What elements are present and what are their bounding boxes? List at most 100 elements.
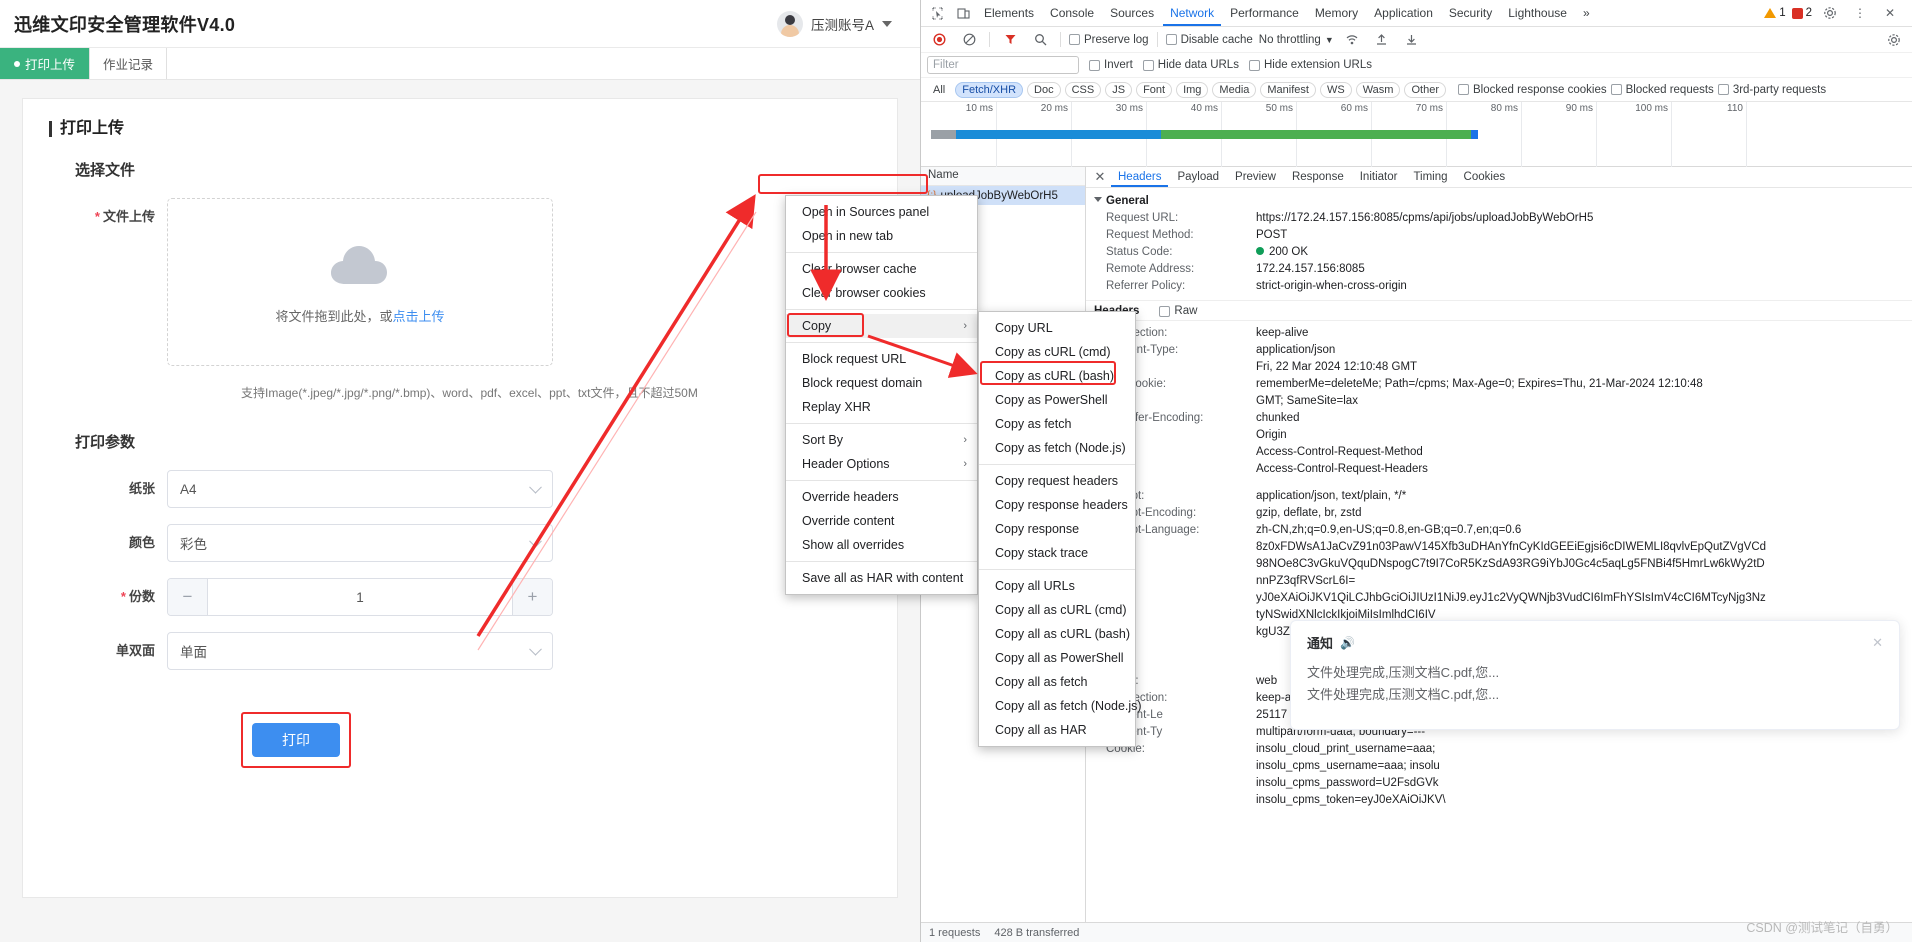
click-upload-link[interactable]: 点击上传 <box>393 309 445 324</box>
ctx-header-options[interactable]: Header Options › <box>786 452 977 476</box>
ctx-copy-as-curl-cmd[interactable]: Copy as cURL (cmd) <box>979 340 1135 364</box>
tab-cookies[interactable]: Cookies <box>1457 167 1513 187</box>
chip-wasm[interactable]: Wasm <box>1355 81 1401 98</box>
ctx-copy-as-curl-bash[interactable]: Copy as cURL (bash) <box>979 364 1135 388</box>
user-menu[interactable]: 压测账号A <box>776 10 906 37</box>
clear-icon[interactable] <box>957 29 981 51</box>
ctx-override-headers[interactable]: Override headers <box>786 485 977 509</box>
disable-cache-checkbox[interactable]: Disable cache <box>1165 34 1253 46</box>
copies-value[interactable]: 1 <box>208 579 512 615</box>
tab-response[interactable]: Response <box>1285 167 1351 187</box>
warning-badge[interactable]: 1 <box>1764 7 1786 19</box>
tab-payload[interactable]: Payload <box>1170 167 1226 187</box>
copies-increment-button[interactable]: + <box>512 579 552 615</box>
tab-print-upload[interactable]: 打印上传 <box>0 48 90 79</box>
ctx-copy-response[interactable]: Copy response <box>979 517 1135 541</box>
tab-job-records[interactable]: 作业记录 <box>89 48 168 79</box>
wifi-icon[interactable] <box>1340 29 1364 51</box>
toast-close-icon[interactable]: ✕ <box>1872 635 1883 651</box>
invert-checkbox[interactable]: Invert <box>1089 59 1133 71</box>
chip-all[interactable]: All <box>927 82 952 97</box>
chip-other[interactable]: Other <box>1404 81 1446 98</box>
ctx-clear-browser-cache[interactable]: Clear browser cache <box>786 257 977 281</box>
device-toolbar-icon[interactable] <box>951 2 975 24</box>
kebab-menu-icon[interactable]: ⋮ <box>1848 2 1872 24</box>
tab-performance[interactable]: Performance <box>1223 0 1306 26</box>
third-party-requests-checkbox[interactable]: 3rd-party requests <box>1717 84 1826 96</box>
tab-timing[interactable]: Timing <box>1406 167 1454 187</box>
tab-elements[interactable]: Elements <box>977 0 1041 26</box>
ctx-copy-all-as-fetch[interactable]: Copy all as fetch <box>979 670 1135 694</box>
search-icon[interactable] <box>1028 29 1052 51</box>
tab-security[interactable]: Security <box>1442 0 1499 26</box>
blocked-requests-checkbox[interactable]: Blocked requests <box>1610 84 1714 96</box>
ctx-block-request-url[interactable]: Block request URL <box>786 347 977 371</box>
copies-decrement-button[interactable]: − <box>168 579 208 615</box>
tab-lighthouse[interactable]: Lighthouse <box>1501 0 1574 26</box>
tab-network[interactable]: Network <box>1163 0 1221 26</box>
record-icon[interactable] <box>927 29 951 51</box>
tab-console[interactable]: Console <box>1043 0 1101 26</box>
throttling-select[interactable]: No throttling ▼ <box>1259 34 1334 46</box>
chip-manifest[interactable]: Manifest <box>1260 81 1316 98</box>
paper-select[interactable]: A4 <box>167 470 553 508</box>
chip-font[interactable]: Font <box>1136 81 1173 98</box>
chip-media[interactable]: Media <box>1212 81 1257 98</box>
ctx-copy-all-urls[interactable]: Copy all URLs <box>979 574 1135 598</box>
ctx-copy-all-as-curl-bash[interactable]: Copy all as cURL (bash) <box>979 622 1135 646</box>
tab-preview[interactable]: Preview <box>1228 167 1283 187</box>
chip-doc[interactable]: Doc <box>1027 81 1061 98</box>
ctx-copy-as-fetch-nodejs[interactable]: Copy as fetch (Node.js) <box>979 436 1135 460</box>
ctx-copy[interactable]: Copy › <box>786 314 977 338</box>
tab-headers[interactable]: Headers <box>1111 167 1168 187</box>
ctx-copy-request-headers[interactable]: Copy request headers <box>979 469 1135 493</box>
preserve-log-checkbox[interactable]: Preserve log <box>1069 34 1149 46</box>
ctx-save-all-as-har-with-content[interactable]: Save all as HAR with content <box>786 566 977 590</box>
ctx-copy-stack-trace[interactable]: Copy stack trace <box>979 541 1135 565</box>
ctx-copy-all-as-fetch-nodejs[interactable]: Copy all as fetch (Node.js) <box>979 694 1142 718</box>
close-icon[interactable]: ✕ <box>1878 2 1902 24</box>
tab-application[interactable]: Application <box>1367 0 1440 26</box>
file-dropzone[interactable]: 将文件拖到此处，或点击上传 <box>167 198 553 366</box>
hide-data-urls-checkbox[interactable]: Hide data URLs <box>1142 59 1239 71</box>
raw-checkbox[interactable]: Raw <box>1159 305 1197 317</box>
close-detail-icon[interactable]: ✕ <box>1091 169 1109 185</box>
gear-icon[interactable] <box>1818 2 1842 24</box>
chip-js[interactable]: JS <box>1105 81 1133 98</box>
chip-ws[interactable]: WS <box>1319 81 1352 98</box>
ctx-copy-as-powershell[interactable]: Copy as PowerShell <box>979 388 1135 412</box>
error-badge[interactable]: 2 <box>1791 7 1812 19</box>
blocked-response-cookies-checkbox[interactable]: Blocked response cookies <box>1457 84 1607 96</box>
tab-initiator[interactable]: Initiator <box>1353 167 1405 187</box>
print-button[interactable]: 打印 <box>252 723 340 757</box>
network-settings-gear-icon[interactable] <box>1882 29 1906 51</box>
chip-img[interactable]: Img <box>1176 81 1209 98</box>
inspect-element-icon[interactable] <box>925 2 949 24</box>
chip-fetch-xhr[interactable]: Fetch/XHR <box>955 81 1024 98</box>
more-tabs-icon[interactable]: » <box>1576 0 1597 26</box>
ctx-show-all-overrides[interactable]: Show all overrides <box>786 533 977 557</box>
duplex-select[interactable]: 单面 <box>167 632 553 670</box>
ctx-copy-all-as-powershell[interactable]: Copy all as PowerShell <box>979 646 1135 670</box>
import-har-icon[interactable] <box>1370 29 1394 51</box>
ctx-copy-all-as-har[interactable]: Copy all as HAR <box>979 718 1135 742</box>
ctx-block-request-domain[interactable]: Block request domain <box>786 371 977 395</box>
tab-memory[interactable]: Memory <box>1308 0 1365 26</box>
hide-extension-urls-checkbox[interactable]: Hide extension URLs <box>1248 59 1372 71</box>
filter-input[interactable] <box>927 56 1079 74</box>
ctx-open-in-new-tab[interactable]: Open in new tab <box>786 224 977 248</box>
network-timeline-overview[interactable]: 10 ms 20 ms 30 ms 40 ms 50 ms 60 ms 70 m… <box>921 102 1912 167</box>
ctx-copy-as-fetch[interactable]: Copy as fetch <box>979 412 1135 436</box>
ctx-replay-xhr[interactable]: Replay XHR <box>786 395 977 419</box>
export-har-icon[interactable] <box>1400 29 1424 51</box>
ctx-copy-url[interactable]: Copy URL <box>979 316 1135 340</box>
tab-sources[interactable]: Sources <box>1103 0 1161 26</box>
color-select[interactable]: 彩色 <box>167 524 553 562</box>
chip-css[interactable]: CSS <box>1064 81 1102 98</box>
ctx-override-content[interactable]: Override content <box>786 509 977 533</box>
general-group-header[interactable]: General <box>1094 192 1912 210</box>
ctx-clear-browser-cookies[interactable]: Clear browser cookies <box>786 281 977 305</box>
copies-stepper[interactable]: − 1 + <box>167 578 553 616</box>
ctx-open-in-sources-panel[interactable]: Open in Sources panel <box>786 200 977 224</box>
ctx-sort-by[interactable]: Sort By › <box>786 428 977 452</box>
